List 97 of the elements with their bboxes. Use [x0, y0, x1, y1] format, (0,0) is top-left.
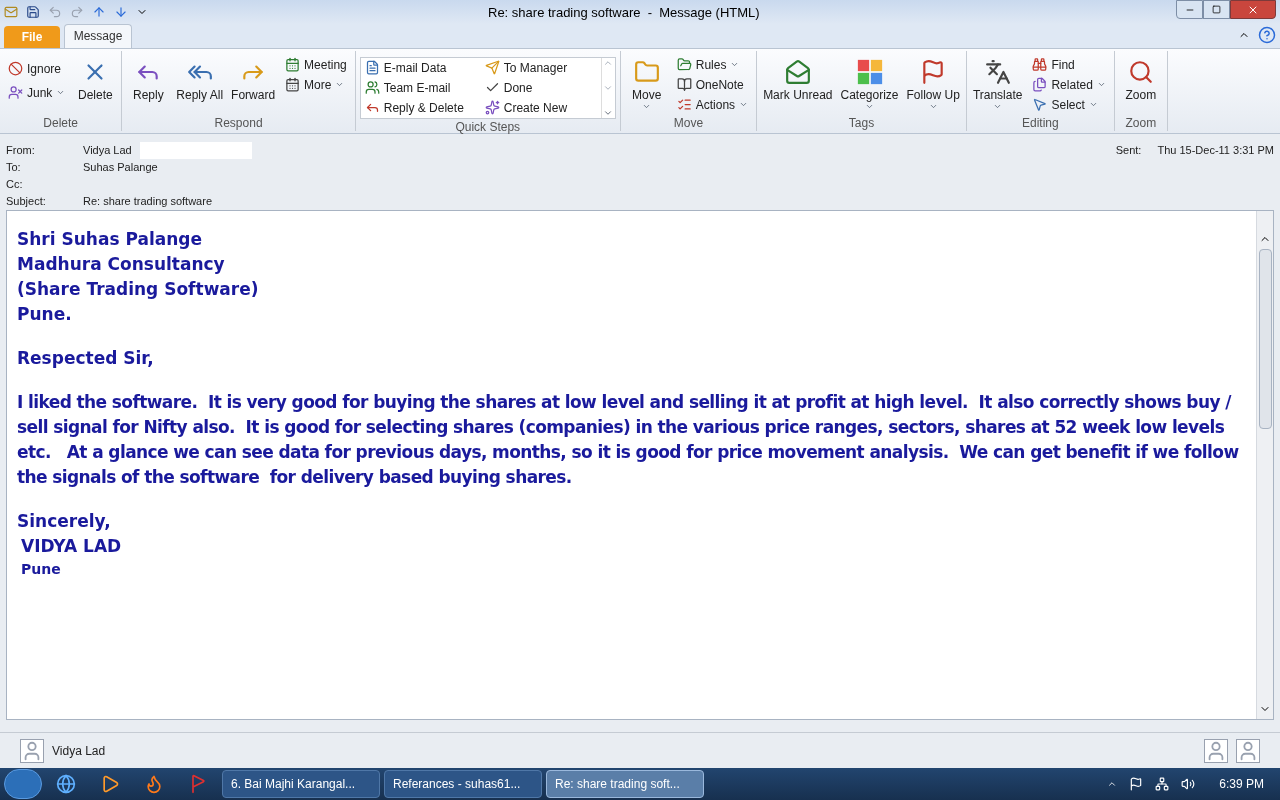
ribbon-button[interactable]: E-mail Data [360, 57, 481, 78]
header-label: Subject: [6, 193, 47, 209]
ribbon-button[interactable]: OneNote [672, 74, 753, 95]
contact-avatar-icon [1236, 738, 1260, 763]
header-value: Vidya Lad [83, 142, 132, 158]
color-grid-icon [856, 58, 883, 85]
ribbon-button[interactable]: Meeting [281, 54, 351, 75]
header-label: From: [6, 142, 36, 158]
group-label: Respond [213, 114, 264, 131]
help-icon[interactable] [1258, 25, 1276, 44]
header-value: Suhas Palange [83, 159, 158, 175]
ribbon-icon [484, 60, 500, 76]
ribbon-button[interactable]: Move [624, 54, 669, 111]
signature-city: Pune [21, 559, 62, 579]
start-button[interactable] [4, 769, 42, 800]
taskbar-item[interactable]: Referances - suhas61... [384, 770, 542, 799]
ribbon-button[interactable]: Done [480, 77, 601, 98]
group-label: Move [672, 114, 705, 131]
header-label: Cc: [6, 176, 24, 192]
maximize-button[interactable] [1203, 0, 1230, 19]
ribbon-icon [676, 77, 692, 93]
ribbon-icon [8, 85, 23, 101]
ribbon-button[interactable]: Ignore [4, 58, 70, 79]
ribbon-icon [364, 80, 380, 96]
header-label: To: [6, 159, 22, 175]
ribbon-tab[interactable]: Message [64, 23, 132, 48]
mail-icon [4, 4, 18, 19]
ribbon-icon [676, 97, 692, 113]
ribbon-icon [364, 60, 380, 76]
ribbon-button[interactable]: Junk [4, 82, 70, 103]
ribbon-button[interactable]: Zoom [1118, 54, 1163, 102]
ribbon-icon [1032, 57, 1048, 73]
scroll-thumb[interactable] [1258, 248, 1272, 429]
address-line: Madhura Consultancy [17, 252, 226, 276]
message-paragraph: I liked the software. It is very good for buying the shares at low level and selling it at profit at high level. It also correctly shows buy / sell signal for Nifty also. It is good for selecting shares (companies) in the various price ranges, sectors, shares at 52 week low levels etc. At a glance we can see data for previous days, months, so it is good for price movement analysis. We can get benefit if we follow the signals of the software for delivery based buying shares. [17, 390, 1240, 489]
ribbon-icon [285, 57, 301, 73]
ribbon-button[interactable]: Actions [672, 94, 753, 115]
minimize-button[interactable] [1176, 0, 1203, 19]
greeting: Respected Sir, [17, 346, 155, 370]
contact-name: Vidya Lad [52, 742, 106, 760]
vertical-scrollbar[interactable] [1256, 210, 1273, 720]
contact-avatar-icon [1204, 738, 1228, 763]
ribbon-icon [633, 58, 660, 85]
ribbon-button[interactable]: Follow Up [904, 54, 962, 111]
ribbon-icon [1032, 97, 1048, 113]
restore-icon [1212, 5, 1221, 14]
ribbon-icon [285, 77, 301, 93]
group-label: Editing [1021, 114, 1060, 131]
taskbar-item[interactable]: 6. Bai Majhi Karangal... [222, 770, 380, 799]
ribbon-button[interactable]: More [281, 74, 351, 95]
ribbon-icon [984, 58, 1011, 85]
ribbon-icon [784, 58, 811, 85]
ribbon-icon [1127, 58, 1154, 85]
ribbon-button[interactable]: Reply All [174, 54, 226, 102]
taskbar-item[interactable]: Re: share trading soft... [546, 770, 704, 799]
ribbon-button[interactable]: Select [1028, 94, 1110, 115]
address-line: Pune. [17, 302, 73, 326]
down-arrow-icon[interactable] [114, 4, 128, 19]
ribbon-button[interactable]: Related [1028, 74, 1110, 95]
group-label: Delete [42, 114, 79, 131]
up-arrow-icon[interactable] [92, 4, 106, 19]
save-icon[interactable] [26, 4, 40, 19]
group-label: Zoom [1124, 114, 1158, 131]
undo-icon[interactable] [48, 4, 62, 19]
action-center-icon[interactable] [1129, 777, 1144, 792]
ribbon-button[interactable]: Find [1028, 54, 1110, 75]
header-value: Re: share trading software [83, 193, 212, 209]
window-title: Re: share trading software - Message (HTML) [488, 4, 760, 22]
ribbon-button[interactable]: Rules [672, 54, 753, 75]
ribbon-button[interactable]: Create New [480, 97, 601, 118]
contact-avatar-icon [20, 738, 44, 763]
ribbon-icon [676, 57, 692, 73]
ribbon-button[interactable]: Categorize [838, 54, 901, 111]
ribbon-button[interactable]: Team E-mail [360, 77, 481, 98]
ribbon-button[interactable]: Translate [970, 54, 1025, 111]
clock[interactable]: 6:39 PM [1219, 775, 1264, 794]
sent-date: Thu 15-Dec-11 3:31 PM [1157, 142, 1274, 158]
ribbon-icon [1032, 77, 1048, 93]
ribbon-icon [8, 61, 23, 77]
signature-name: VIDYA LAD [21, 534, 123, 558]
redo-icon[interactable] [70, 4, 84, 19]
volume-icon[interactable] [1181, 777, 1196, 792]
address-line: Shri Suhas Palange [17, 227, 203, 251]
group-label: Tags [847, 114, 876, 131]
ribbon-icon [484, 100, 500, 116]
group-label: Quick Steps [454, 118, 522, 135]
close-button[interactable] [1230, 0, 1276, 19]
network-icon[interactable] [1155, 777, 1170, 792]
ribbon-button[interactable]: Mark Unread [761, 54, 835, 102]
ribbon-button[interactable]: Forward [229, 54, 278, 102]
ribbon-button[interactable]: To Manager [480, 57, 601, 78]
ribbon-button[interactable]: Reply [126, 54, 171, 102]
address-line: (Share Trading Software) [17, 277, 260, 301]
sent-label: Sent: [1115, 142, 1142, 158]
closing: Sincerely, [17, 509, 112, 533]
ribbon-button[interactable]: Reply & Delete [360, 97, 481, 118]
ribbon-button[interactable]: Delete [73, 54, 118, 102]
